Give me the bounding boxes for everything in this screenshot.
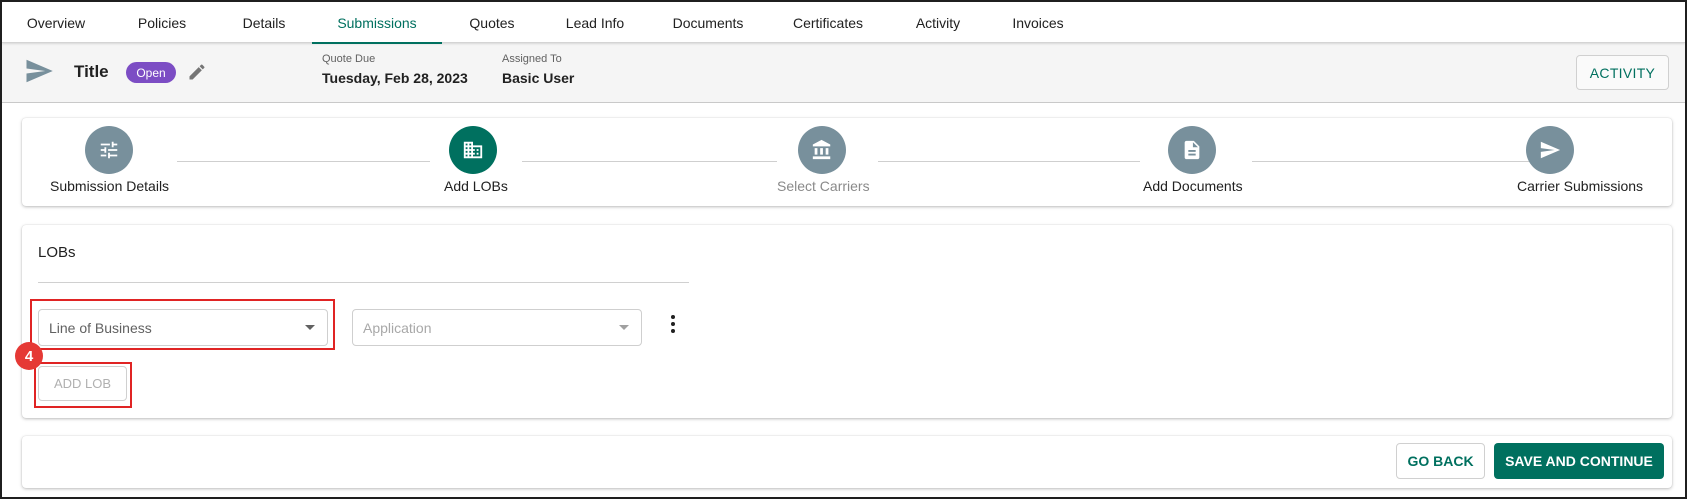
tab-submissions[interactable]: Submissions: [312, 2, 442, 44]
step-label-add-documents: Add Documents: [1143, 178, 1243, 194]
bank-icon: [812, 139, 831, 160]
step-connector: [878, 161, 1140, 162]
tab-certificates[interactable]: Certificates: [778, 2, 878, 43]
divider: [38, 282, 689, 283]
step-label-submission-details: Submission Details: [50, 178, 170, 194]
assigned-to-value: Basic User: [502, 70, 575, 86]
actions-bar: GO BACK SAVE AND CONTINUE: [22, 436, 1672, 488]
tune-sliders-icon: [100, 141, 118, 159]
quote-due-label: Quote Due: [322, 53, 376, 65]
send-icon: [26, 59, 53, 83]
building-icon: [463, 141, 483, 159]
step-connector: [522, 161, 777, 162]
document-icon: [1184, 140, 1200, 160]
step-marker-badge: 4: [15, 342, 43, 370]
step-label-add-lobs: Add LOBs: [444, 178, 508, 194]
quote-due-value: Tuesday, Feb 28, 2023: [322, 70, 468, 86]
step-submission-details[interactable]: [85, 126, 133, 174]
tab-lead-info[interactable]: Lead Info: [552, 2, 638, 43]
chevron-down-icon: [619, 325, 629, 330]
highlight-box: [30, 299, 335, 350]
app-frame: Overview Policies Details Submissions Qu…: [0, 0, 1687, 499]
more-options-icon[interactable]: [663, 312, 683, 340]
save-and-continue-button[interactable]: SAVE AND CONTINUE: [1494, 443, 1664, 479]
tab-documents[interactable]: Documents: [658, 2, 758, 43]
step-select-carriers[interactable]: [798, 126, 846, 174]
submission-header: Title Open Quote Due Tuesday, Feb 28, 20…: [2, 43, 1685, 103]
application-select[interactable]: Application: [352, 309, 642, 346]
page-title: Title: [74, 62, 109, 81]
application-placeholder: Application: [363, 319, 432, 336]
step-label-carrier-submissions: Carrier Submissions: [1517, 178, 1644, 194]
tab-invoices[interactable]: Invoices: [998, 2, 1078, 43]
lobs-section-title: LOBs: [38, 244, 76, 261]
tab-overview[interactable]: Overview: [12, 2, 100, 43]
go-back-button[interactable]: GO BACK: [1396, 443, 1485, 479]
assigned-to-label: Assigned To: [502, 53, 562, 65]
tab-activity[interactable]: Activity: [900, 2, 976, 43]
tab-details[interactable]: Details: [224, 2, 304, 43]
step-add-documents[interactable]: [1168, 126, 1216, 174]
edit-pencil-icon[interactable]: [187, 62, 207, 82]
step-connector: [1252, 161, 1529, 162]
step-label-select-carriers: Select Carriers: [777, 178, 870, 194]
step-carrier-submissions[interactable]: [1526, 126, 1574, 174]
send-icon: [1540, 141, 1561, 159]
activity-button[interactable]: ACTIVITY: [1576, 55, 1669, 90]
step-connector: [177, 161, 430, 162]
highlight-box: [34, 362, 132, 408]
tab-quotes[interactable]: Quotes: [457, 2, 527, 43]
status-badge: Open: [126, 62, 176, 83]
submission-stepper: Submission Details Add LOBs Select Carri…: [22, 118, 1672, 206]
step-add-lobs[interactable]: [449, 126, 497, 174]
tab-policies[interactable]: Policies: [114, 2, 210, 43]
tab-bar: Overview Policies Details Submissions Qu…: [2, 2, 1685, 44]
